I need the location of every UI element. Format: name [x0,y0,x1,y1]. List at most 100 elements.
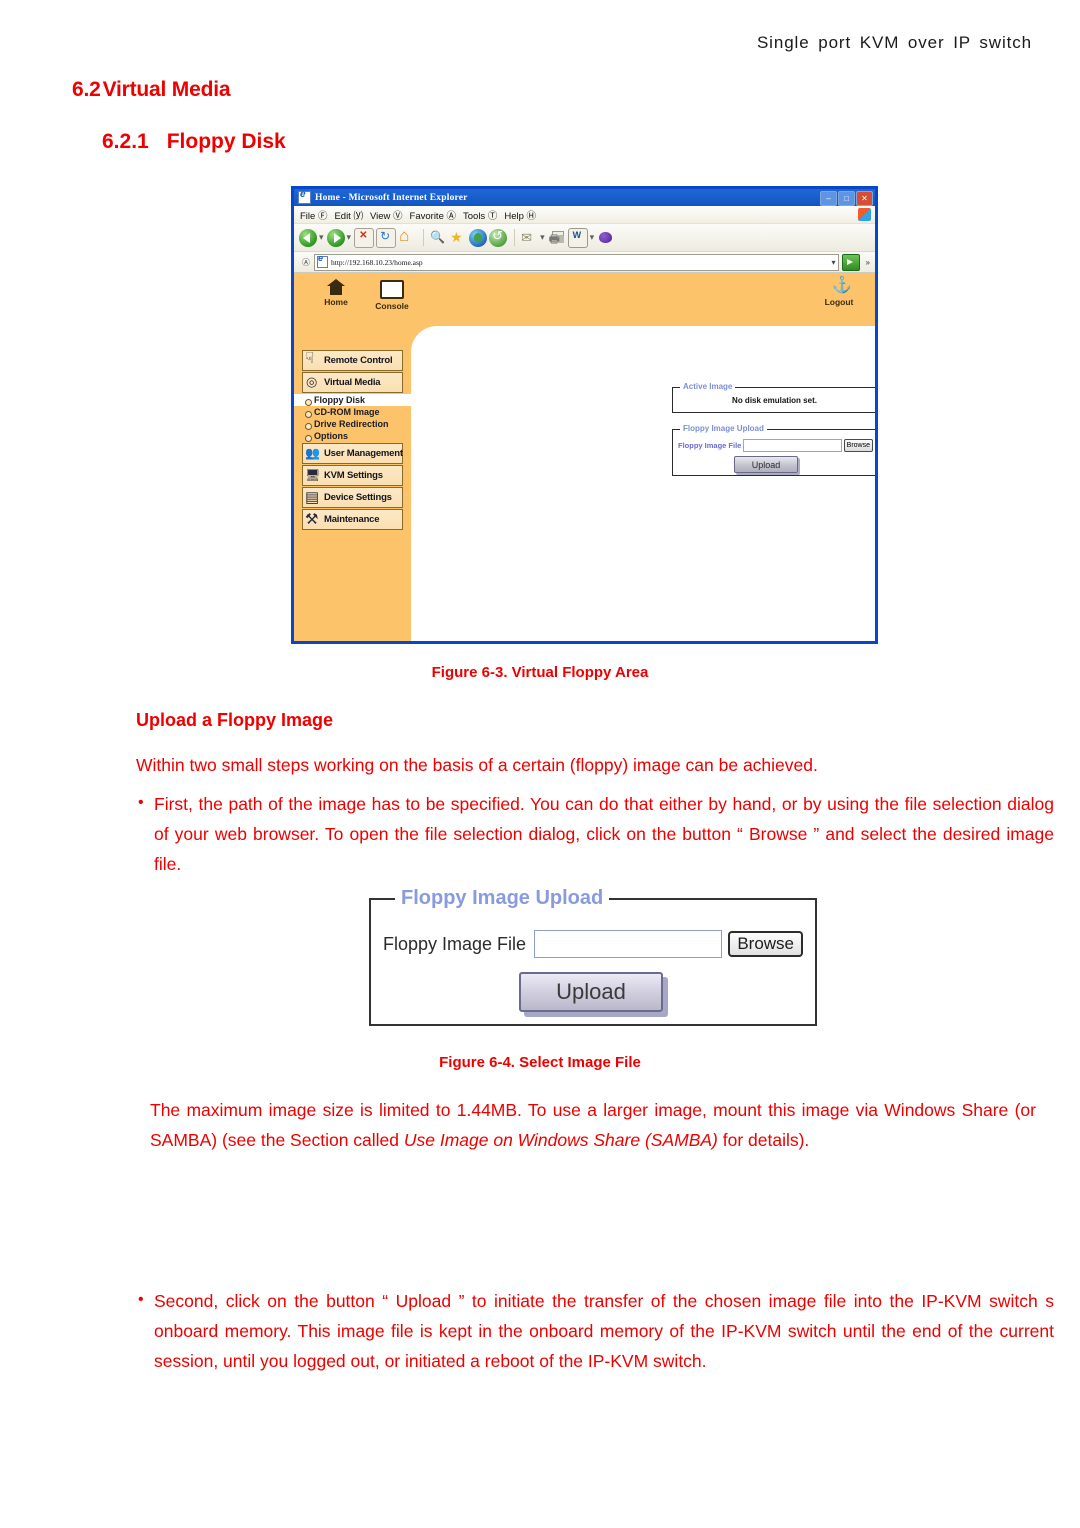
toolbar-separator [423,229,425,246]
sidebar-item-device-settings[interactable]: Device Settings [302,487,403,508]
window-controls: – □ ✕ [820,191,873,206]
subsection-title: Floppy Disk [166,130,286,153]
edit-icon[interactable] [567,227,588,248]
figure-6-4-caption: Figure 6-4. Select Image File [439,1054,641,1071]
browser-title: Home - Microsoft Internet Explorer [315,192,468,203]
sidebar-item-user-management[interactable]: User Management [302,443,403,464]
upload-button[interactable]: Upload [734,456,798,473]
sidebar-item-label: Remote Control [324,355,393,366]
browser-address-bar: Ⓐ http://192.168.10.23/home.asp ▾ » [294,252,875,273]
console-icon [380,280,404,299]
back-icon[interactable] [299,228,317,247]
sidebar-submenu: Floppy Disk CD-ROM Image Drive Redirecti… [294,394,411,442]
section-title: Virtual Media [102,78,231,101]
browser-titlebar: Home - Microsoft Internet Explorer – □ ✕ [294,189,875,206]
forward-dropdown-icon[interactable]: ▾ [347,232,352,243]
address-dropdown-icon[interactable]: ▾ [832,258,836,267]
panel-file-label: Floppy Image File [383,933,527,954]
home-icon [327,279,345,295]
favorites-star-icon[interactable] [449,229,467,247]
browser-toolbar: ▾ ▾ ▾ ▾ [294,224,875,252]
panel-legend: Floppy Image Upload [395,887,610,910]
logout-icon [830,275,852,295]
floppy-image-upload-panel: Floppy Image Upload Floppy Image File Br… [369,887,817,1026]
address-input[interactable]: http://192.168.10.23/home.asp ▾ [314,253,839,271]
history-icon[interactable] [489,228,508,247]
print-icon[interactable] [548,229,566,251]
edit-dropdown-icon[interactable]: ▾ [590,232,595,243]
topic-title: Upload a Floppy Image [136,710,334,730]
panel-upload-button[interactable]: Upload [519,972,663,1012]
refresh-icon[interactable] [376,227,397,248]
kvm-sidebar: Remote Control Virtual Media Floppy Disk… [294,326,411,641]
stop-icon[interactable] [354,227,375,248]
nav-logout-label: Logout [824,297,854,307]
bullet-first-step: First, the path of the image has to be s… [136,788,1054,879]
floppy-upload-row: Floppy Image File Browse [678,439,873,452]
sidebar-item-remote-control[interactable]: Remote Control [302,349,403,371]
mail-icon[interactable] [520,229,538,247]
back-dropdown-icon[interactable]: ▾ [319,232,324,243]
image-size-text-b: for details). [717,1130,810,1150]
menu-file[interactable]: File Ⓕ [300,208,327,222]
sidebar-item-virtual-media[interactable]: Virtual Media [302,372,403,393]
media-icon[interactable] [469,228,488,247]
sidebar-item-kvm-settings[interactable]: KVM Settings [302,465,403,486]
subsection-heading: 6.2.1 Floppy Disk [102,130,286,154]
floppy-file-label: Floppy Image File [678,441,742,450]
go-button[interactable] [841,253,860,271]
search-icon[interactable] [429,229,447,247]
sidebar-subitem-options[interactable]: Options [304,430,411,442]
menu-edit[interactable]: Edit ⒴ [334,208,363,222]
address-url-text: http://192.168.10.23/home.asp [331,257,423,267]
sidebar-subitem-drive-redirection[interactable]: Drive Redirection [304,418,411,430]
minimize-button[interactable]: – [820,191,837,206]
windows-logo-icon [858,208,871,221]
messenger-icon[interactable] [597,229,615,247]
menu-tools[interactable]: Tools Ⓣ [463,208,497,222]
maximize-button[interactable]: □ [838,191,855,206]
browse-button[interactable]: Browse [843,439,873,452]
maintenance-icon [305,510,321,528]
nav-logout[interactable]: Logout [811,275,867,307]
address-label: Ⓐ [302,257,310,267]
sidebar-item-label: User Management [324,448,403,459]
active-image-status: No disk emulation set. [732,396,817,405]
forward-icon[interactable] [326,228,345,247]
nav-home[interactable]: Home [308,279,364,307]
remote-control-icon [305,349,321,369]
floppy-file-input[interactable] [743,439,842,452]
sidebar-item-label: Device Settings [324,492,392,503]
panel-browse-button[interactable]: Browse [728,931,803,957]
internet-explorer-icon [298,189,311,204]
sidebar-subitem-floppy-disk[interactable]: Floppy Disk [294,394,411,406]
device-settings-icon [305,488,321,506]
menu-help[interactable]: Help Ⓗ [504,208,536,222]
sidebar-subitem-cdrom-image[interactable]: CD-ROM Image [304,406,411,418]
image-size-text-italic: Use Image on Windows Share (SAMBA) [403,1130,718,1150]
home-icon[interactable] [398,226,416,247]
browser-menubar: File Ⓕ Edit ⒴ View Ⓥ Favorite Ⓐ Tools Ⓣ … [294,206,875,224]
menu-view[interactable]: View Ⓥ [370,208,403,222]
browser-window-screenshot: Home - Microsoft Internet Explorer – □ ✕… [291,186,878,644]
active-image-fieldset: Active Image No disk emulation set. [672,382,875,413]
panel-file-row: Floppy Image File Browse [383,930,803,958]
menu-favorite[interactable]: Favorite Ⓐ [410,208,456,222]
floppy-upload-legend: Floppy Image Upload [680,424,767,433]
toolbar-separator-2 [514,229,516,246]
panel-file-input[interactable] [534,930,723,958]
kvm-settings-icon [305,468,321,484]
virtual-media-icon [305,374,321,391]
kvm-content-panel: Active Image No disk emulation set. Flop… [411,326,875,641]
nav-home-label: Home [324,297,348,307]
page-icon [317,253,328,268]
toolbar-overflow-icon[interactable]: » [866,258,870,267]
nav-console[interactable]: Console [364,279,420,311]
figure-6-3-caption: Figure 6-3. Virtual Floppy Area [431,664,649,681]
mail-dropdown-icon[interactable]: ▾ [540,232,545,243]
user-management-icon [305,446,321,462]
sidebar-item-maintenance[interactable]: Maintenance [302,509,403,530]
nav-console-label: Console [375,301,409,311]
section-heading: 6.2Virtual Media [72,78,231,102]
close-button[interactable]: ✕ [856,191,873,206]
